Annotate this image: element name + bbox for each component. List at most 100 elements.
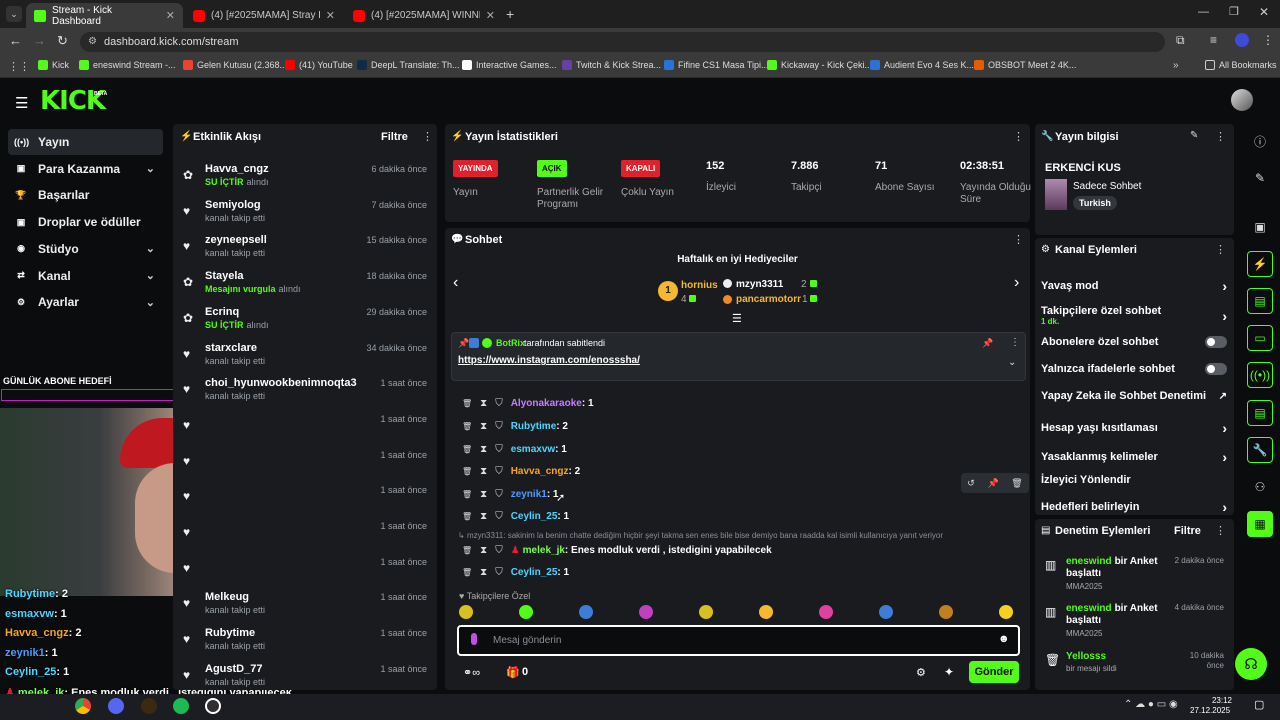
- emote-icon[interactable]: [819, 605, 833, 619]
- timeout-icon[interactable]: ⧗: [480, 466, 487, 477]
- minimize-button[interactable]: —: [1198, 6, 1209, 18]
- chat-settings-icon[interactable]: ⚙: [916, 666, 926, 679]
- channel-action-8[interactable]: Hedefleri belirleyin ›: [1041, 499, 1227, 515]
- close-tab-icon[interactable]: ✕: [326, 9, 335, 22]
- mod-user[interactable]: eneswind: [1066, 556, 1112, 567]
- reply-icon[interactable]: ↺: [967, 478, 975, 489]
- delete-icon[interactable]: 🗑: [462, 467, 472, 476]
- sidebar-item-yay-n[interactable]: ((•)) Yayın: [8, 129, 163, 155]
- chevron-down-icon[interactable]: ⌄: [146, 242, 155, 255]
- timeout-icon[interactable]: ⧗: [480, 545, 487, 556]
- bookmark-item[interactable]: Kick: [38, 60, 69, 70]
- gifters-prev-icon[interactable]: ‹: [453, 274, 458, 292]
- chevron-down-icon[interactable]: ⌄: [146, 162, 155, 175]
- delete-icon[interactable]: 🗑: [462, 445, 472, 454]
- activity-name[interactable]: Ecrinq: [205, 306, 239, 318]
- edit-icon[interactable]: ✎: [1190, 130, 1198, 141]
- collapse-icon[interactable]: ☰: [732, 312, 742, 325]
- activity-name[interactable]: Havva_cngz: [205, 163, 269, 175]
- bookmark-item[interactable]: Audient Evo 4 Ses K...: [870, 60, 974, 70]
- emote-icon[interactable]: [999, 605, 1013, 619]
- new-tab-button[interactable]: +: [506, 6, 514, 22]
- gifter-name[interactable]: pancarmotorr: [736, 294, 801, 305]
- chevron-right-icon[interactable]: ›: [1222, 420, 1227, 436]
- emote-icon[interactable]: [879, 605, 893, 619]
- more-options-icon[interactable]: ⋮: [1013, 130, 1024, 143]
- chevron-down-icon[interactable]: ⌄: [146, 269, 155, 282]
- pinned-by-user[interactable]: BotRix: [496, 338, 525, 348]
- back-icon[interactable]: ←: [9, 33, 22, 48]
- delete-icon[interactable]: 🗑: [462, 546, 472, 555]
- lightning-icon[interactable]: ⚡: [1247, 251, 1273, 277]
- timeout-icon[interactable]: ⧗: [480, 567, 487, 578]
- bookmark-item[interactable]: Interactive Games...: [462, 60, 557, 70]
- chevron-right-icon[interactable]: ›: [1222, 499, 1227, 515]
- extensions-icon[interactable]: ⧉: [1176, 33, 1185, 48]
- emote-icon[interactable]: [579, 605, 593, 619]
- channel-action-6[interactable]: Yasaklanmış kelimeler ›: [1041, 449, 1227, 465]
- activity-name[interactable]: Melkeug: [205, 591, 249, 603]
- toggle-switch[interactable]: [1205, 336, 1227, 348]
- delete-icon[interactable]: 🗑: [462, 399, 472, 408]
- bookmark-item[interactable]: (41) YouTube: [285, 60, 353, 70]
- support-headset-icon[interactable]: ☊: [1235, 648, 1267, 680]
- more-options-icon[interactable]: ⋮: [1010, 337, 1020, 348]
- chrome-icon[interactable]: [75, 698, 91, 714]
- channel-action-1[interactable]: Takipçilere özel sohbet 1 dk. ›: [1041, 305, 1227, 326]
- delete-icon[interactable]: 🗑: [1011, 478, 1022, 489]
- emoji-icon[interactable]: ☻: [998, 633, 1010, 645]
- info-icon[interactable]: ⓘ: [1247, 128, 1273, 154]
- channel-action-4[interactable]: Yapay Zeka ile Sohbet Denetimi ↗: [1041, 390, 1227, 402]
- channel-action-5[interactable]: Hesap yaşı kısıtlaması ›: [1041, 420, 1227, 436]
- chat-username[interactable]: Ceylin_25: [511, 567, 558, 578]
- gifter-name[interactable]: mzyn3311: [736, 279, 783, 290]
- pin-icon[interactable]: 📌: [987, 478, 998, 489]
- forward-icon[interactable]: →: [33, 33, 46, 48]
- menu-icon[interactable]: ⋮: [1262, 33, 1274, 47]
- emote-icon[interactable]: [459, 605, 473, 619]
- close-tab-icon[interactable]: ✕: [166, 9, 175, 22]
- site-info-icon[interactable]: ⚙: [88, 36, 97, 47]
- emote-icon[interactable]: [939, 605, 953, 619]
- profile-avatar[interactable]: [1235, 33, 1249, 47]
- unpin-icon[interactable]: 📌: [982, 338, 993, 349]
- emote-icon[interactable]: [759, 605, 773, 619]
- bookmark-item[interactable]: OBSBOT Meet 2 4K...: [974, 60, 1076, 70]
- shield-icon[interactable]: ⛉: [495, 545, 503, 556]
- chevron-down-icon[interactable]: ⌄: [146, 296, 155, 309]
- delete-icon[interactable]: 🗑: [462, 568, 472, 577]
- timeout-icon[interactable]: ⧗: [480, 511, 487, 522]
- activity-name[interactable]: zeyneepsell: [205, 234, 267, 246]
- sidebar-item-ayarlar[interactable]: ⚙ Ayarlar ⌄: [8, 289, 163, 315]
- activity-name[interactable]: Rubytime: [205, 627, 255, 639]
- chat-input[interactable]: Mesaj gönderin ☻: [457, 625, 1020, 656]
- media-icon[interactable]: ≡: [1210, 33, 1217, 47]
- people-icon[interactable]: ⚇: [1247, 474, 1273, 500]
- timeout-icon[interactable]: ⧗: [480, 444, 487, 455]
- more-options-icon[interactable]: ⋮: [422, 130, 433, 143]
- chat-username[interactable]: melek_jk: [523, 545, 565, 556]
- list-icon[interactable]: ▤: [1247, 288, 1273, 314]
- more-options-icon[interactable]: ⋮: [1215, 130, 1226, 143]
- delete-icon[interactable]: 🗑: [462, 490, 472, 499]
- channel-action-7[interactable]: İzleyici Yönlendir: [1041, 474, 1227, 486]
- tab-youtube-2[interactable]: (4) [#2025MAMA] WINNERS' AI ✕: [345, 3, 503, 28]
- chevron-right-icon[interactable]: ›: [1222, 308, 1227, 324]
- wrench-icon[interactable]: 🔧: [1247, 437, 1273, 463]
- bookmark-item[interactable]: Fifine CS1 Masa Tipi...: [664, 60, 769, 70]
- close-tab-icon[interactable]: ✕: [486, 9, 495, 22]
- chat-username[interactable]: Alyonakaraoke: [511, 398, 582, 409]
- pinned-link[interactable]: https://www.instagram.com/enosssha/: [458, 355, 640, 366]
- league-icon[interactable]: [141, 698, 157, 714]
- all-bookmarks[interactable]: All Bookmarks: [1205, 60, 1277, 70]
- mic-icon[interactable]: [471, 633, 477, 645]
- shield-icon[interactable]: ⛉: [495, 511, 503, 522]
- shield-icon[interactable]: ⛉: [495, 444, 503, 455]
- media-icon[interactable]: ▤: [1247, 400, 1273, 426]
- timeout-icon[interactable]: ⧗: [480, 398, 487, 409]
- discord-icon[interactable]: [108, 698, 124, 714]
- emote-icon[interactable]: [519, 605, 533, 619]
- tab-youtube-1[interactable]: (4) [#2025MAMA] Stray Kids - ( ✕: [185, 3, 343, 28]
- activity-name[interactable]: Stayela: [205, 270, 244, 282]
- bookmark-item[interactable]: Gelen Kutusu (2.368...: [183, 60, 287, 70]
